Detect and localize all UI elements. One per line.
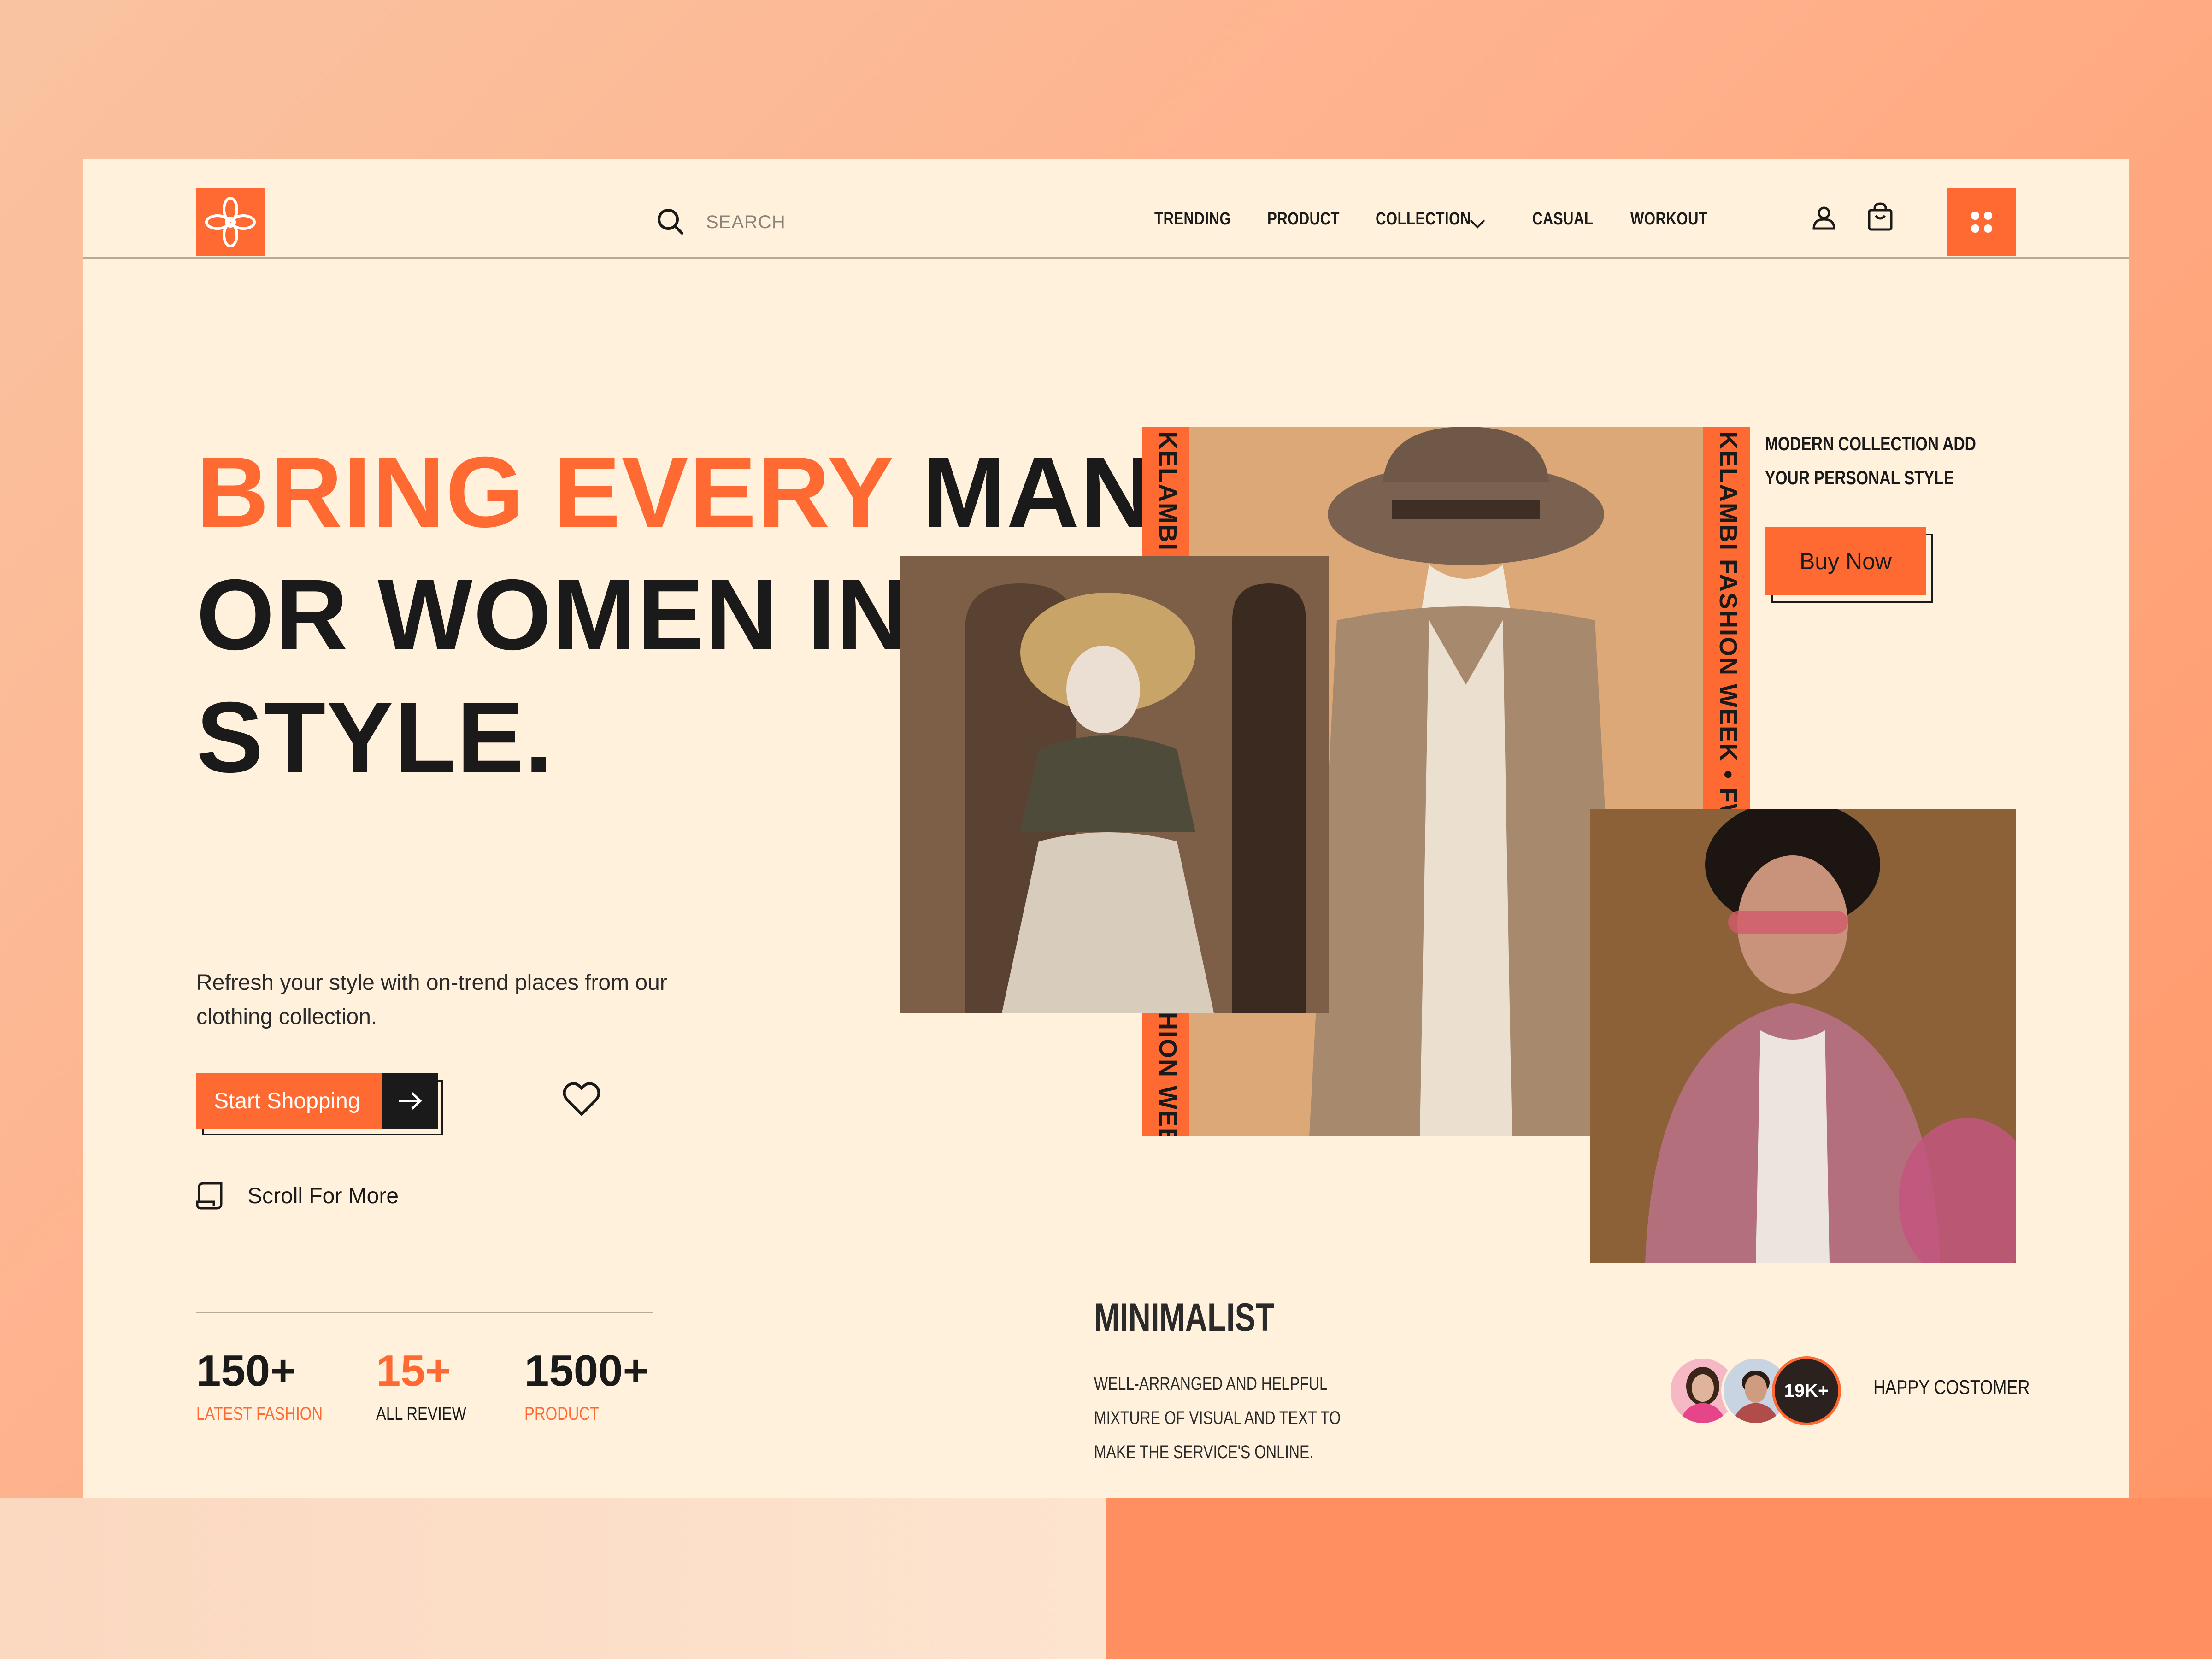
stat-latest-fashion-value: 150+ <box>196 1346 296 1395</box>
header: TRENDING PRODUCT COLLECTION CASUAL WORKO… <box>83 159 2129 259</box>
stat-latest-fashion-label: LATEST FASHION <box>196 1404 323 1424</box>
stat-product-value: 1500+ <box>524 1346 649 1395</box>
shopping-bag-icon[interactable] <box>1865 202 1895 232</box>
landing-page: TRENDING PRODUCT COLLECTION CASUAL WORKO… <box>83 159 2129 1498</box>
scroll-icon[interactable] <box>196 1180 225 1212</box>
minimalist-description: WELL-ARRANGED AND HELPFUL MIXTURE OF VIS… <box>1094 1374 1341 1462</box>
grid-dots-icon <box>1971 212 1992 233</box>
hero-subtext: Refresh your style with on-trend places … <box>196 971 667 1029</box>
headline-part-3: STYLE. <box>196 682 554 794</box>
menu-button[interactable] <box>1947 188 2016 256</box>
headline-accent: BRING EVERY <box>196 436 894 548</box>
stat-product-label: PRODUCT <box>524 1404 600 1424</box>
cta-arrow-box <box>382 1073 438 1129</box>
strip-text-bottom: HION WEEK <box>1154 1012 1182 1136</box>
start-shopping-button[interactable]: Start Shopping <box>196 1073 438 1129</box>
fashion-week-strip-bottom: HION WEEK <box>1142 1007 1189 1136</box>
stat-all-review-label: ALL REVIEW <box>376 1404 466 1424</box>
search-input[interactable] <box>705 208 937 236</box>
chevron-down-icon[interactable] <box>1468 214 1487 233</box>
happy-customer-label: HAPPY COSTOMER <box>1873 1376 2030 1399</box>
promo-tagline: MODERN COLLECTION ADD YOUR PERSONAL STYL… <box>1765 433 1976 488</box>
heart-icon[interactable] <box>562 1081 601 1117</box>
nav-casual[interactable]: CASUAL <box>1532 209 1593 229</box>
headline-part-1: MAN <box>922 436 1154 548</box>
arrow-right-icon <box>399 1092 422 1110</box>
nav-product[interactable]: PRODUCT <box>1267 209 1340 229</box>
nav-workout[interactable]: WORKOUT <box>1630 209 1707 229</box>
background-bottom-right <box>1106 1498 2212 1659</box>
user-icon[interactable] <box>1810 204 1838 231</box>
strip-text-top: KELAMBI F <box>1154 431 1182 560</box>
search-icon[interactable] <box>654 206 687 238</box>
background-bottom-left <box>0 1498 1106 1659</box>
scroll-for-more-label: Scroll For More <box>247 1184 399 1208</box>
happy-customer-count: 19K+ <box>1772 1356 1841 1425</box>
fashion-week-strip-top: KELAMBI F <box>1142 427 1189 560</box>
photo-model-floral-shirt <box>1590 809 2016 1263</box>
strip-text-right: KELAMBI FASHION WEEK • FW2 <box>1714 431 1742 843</box>
nav-collection[interactable]: COLLECTION <box>1376 209 1471 229</box>
nav-trending[interactable]: TRENDING <box>1154 209 1231 229</box>
stat-all-review-value: 15+ <box>376 1346 451 1395</box>
stats-divider <box>196 1312 653 1313</box>
minimalist-title: MINIMALIST <box>1094 1295 1275 1340</box>
photo-model-straw-hat <box>900 556 1329 1013</box>
flower-logo-icon[interactable] <box>196 188 265 256</box>
headline-part-2: OR WOMEN IN <box>196 559 910 671</box>
start-shopping-label: Start Shopping <box>214 1089 360 1113</box>
buy-now-button[interactable]: Buy Now <box>1765 527 1926 595</box>
